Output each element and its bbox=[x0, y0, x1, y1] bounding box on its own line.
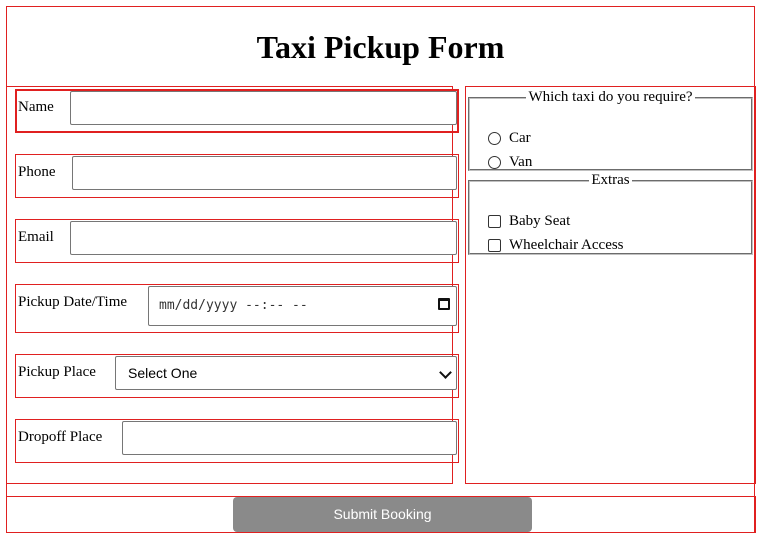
wheelchair-access-checkbox[interactable] bbox=[488, 239, 501, 252]
name-input[interactable] bbox=[70, 91, 457, 125]
pickup-datetime-placeholder: mm/dd/yyyy --:-- -- bbox=[159, 298, 308, 313]
email-row: Email bbox=[15, 219, 459, 263]
pickup-datetime-row: Pickup Date/Time mm/dd/yyyy --:-- -- bbox=[15, 284, 459, 333]
pickup-place-select[interactable]: Select One bbox=[115, 356, 457, 390]
phone-label: Phone bbox=[18, 164, 56, 180]
extras-option-baby-seat[interactable]: Baby Seat bbox=[488, 213, 570, 230]
pickup-place-selected: Select One bbox=[128, 365, 198, 381]
submit-booking-button[interactable]: Submit Booking bbox=[233, 497, 532, 532]
van-radio[interactable] bbox=[488, 156, 501, 169]
email-input[interactable] bbox=[70, 221, 457, 255]
title-area: Taxi Pickup Form bbox=[7, 7, 754, 86]
email-label: Email bbox=[18, 229, 54, 245]
taxi-type-legend: Which taxi do you require? bbox=[528, 89, 693, 105]
extras-fieldset: Extras Baby Seat Wheelchair Access bbox=[468, 172, 753, 255]
taxi-option-car[interactable]: Car bbox=[488, 130, 531, 147]
pickup-datetime-label: Pickup Date/Time bbox=[18, 294, 128, 310]
taxi-option-van[interactable]: Van bbox=[488, 154, 532, 171]
page-title: Taxi Pickup Form bbox=[256, 29, 505, 65]
pickup-datetime-input[interactable]: mm/dd/yyyy --:-- -- bbox=[148, 286, 457, 326]
baby-seat-label: Baby Seat bbox=[509, 213, 571, 229]
name-label: Name bbox=[18, 99, 54, 115]
wheelchair-access-label: Wheelchair Access bbox=[509, 237, 624, 253]
phone-input[interactable] bbox=[72, 156, 457, 190]
dropoff-place-label: Dropoff Place bbox=[18, 429, 103, 445]
baby-seat-checkbox[interactable] bbox=[488, 215, 501, 228]
phone-row: Phone bbox=[15, 154, 459, 198]
van-label: Van bbox=[509, 154, 533, 170]
calendar-icon[interactable] bbox=[438, 298, 450, 310]
dropoff-place-input[interactable] bbox=[122, 421, 457, 455]
extras-option-wheelchair[interactable]: Wheelchair Access bbox=[488, 237, 624, 254]
car-radio[interactable] bbox=[488, 132, 501, 145]
car-label: Car bbox=[509, 130, 531, 146]
name-row: Name bbox=[15, 89, 459, 133]
dropoff-place-row: Dropoff Place bbox=[15, 419, 459, 463]
chevron-down-icon bbox=[439, 366, 452, 379]
taxi-type-fieldset: Which taxi do you require? Car Van bbox=[468, 89, 753, 171]
left-column: Name Phone Email Pickup Date/Time mm/dd/… bbox=[6, 86, 459, 484]
pickup-place-label: Pickup Place bbox=[18, 364, 96, 380]
submit-area: Submit Booking bbox=[6, 496, 756, 533]
pickup-place-row: Pickup Place Select One bbox=[15, 354, 459, 398]
extras-legend: Extras bbox=[591, 172, 630, 188]
right-column: Which taxi do you require? Car Van Extra… bbox=[465, 86, 756, 484]
